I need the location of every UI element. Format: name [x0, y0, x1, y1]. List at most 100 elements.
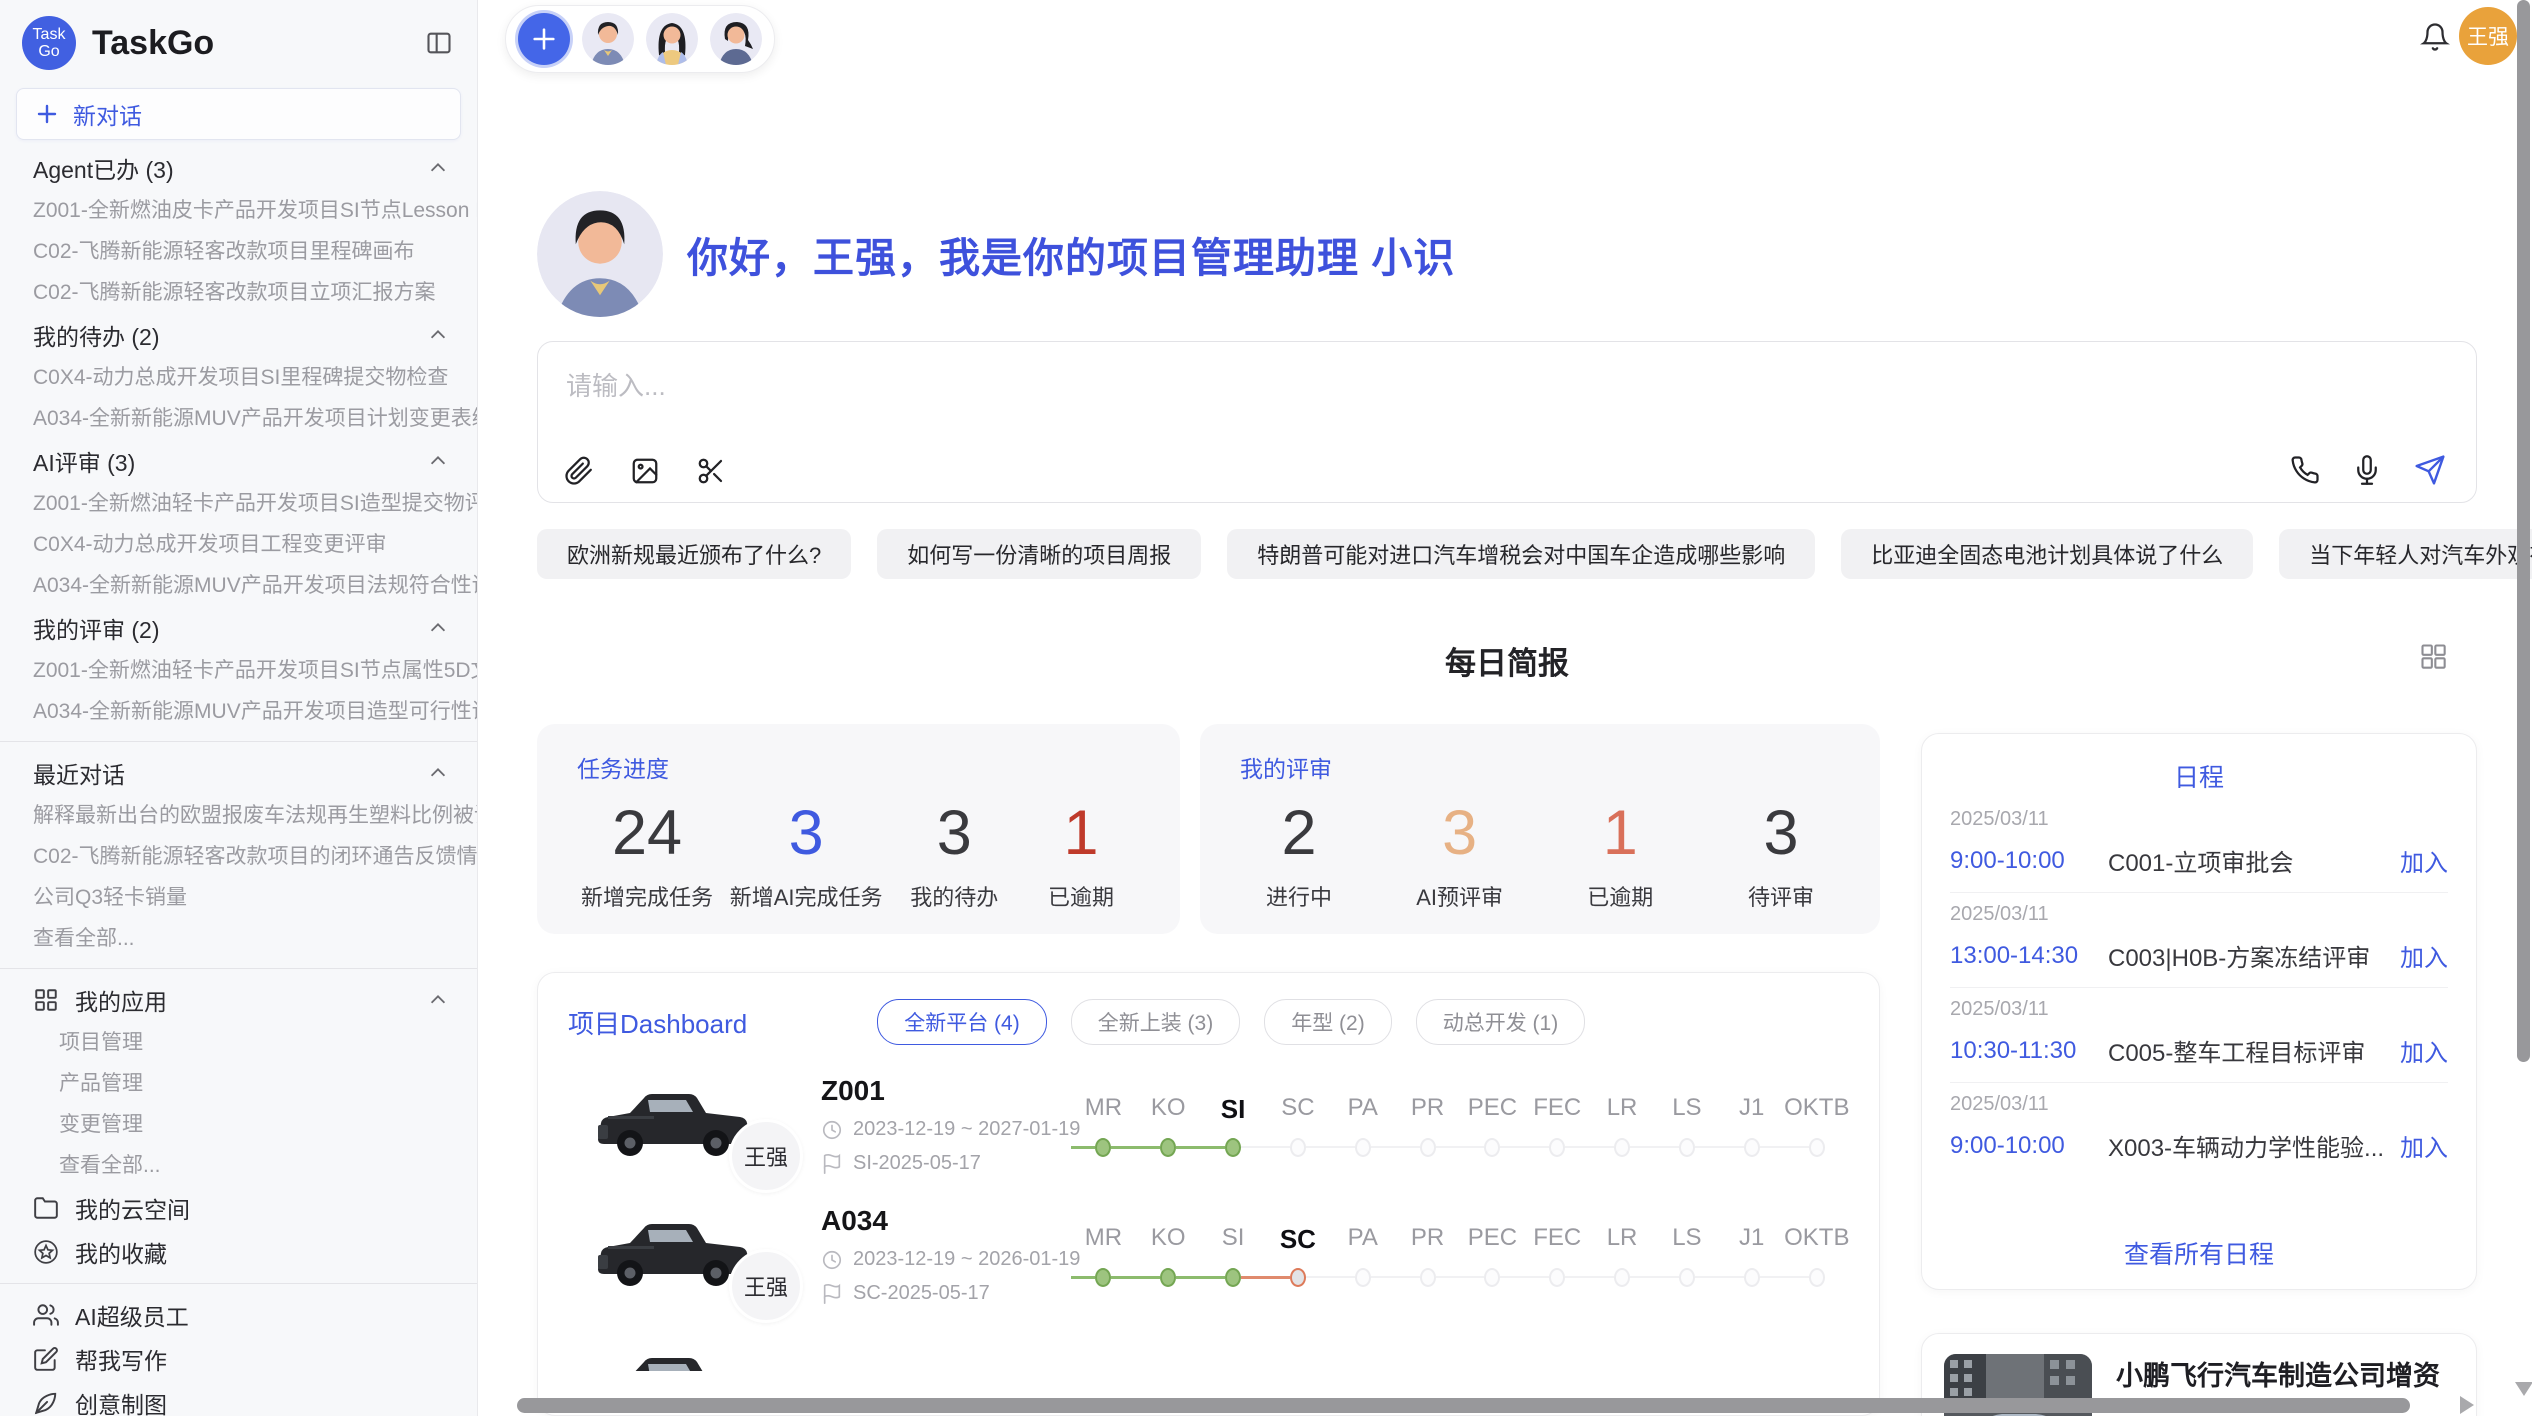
stat-label: 已逾期 — [1565, 880, 1675, 912]
chevron-up-icon[interactable] — [427, 324, 449, 346]
suggestion-chip[interactable]: 比亚迪全固态电池计划具体说了什么 — [1841, 529, 2253, 579]
new-chat-button[interactable]: 新对话 — [16, 88, 461, 140]
image-icon[interactable] — [630, 456, 660, 486]
join-link[interactable]: 加入 — [2400, 843, 2448, 878]
chevron-up-icon[interactable] — [427, 617, 449, 639]
member-avatar[interactable] — [646, 13, 698, 65]
sidebar-item[interactable]: Z001-全新燃油皮卡产品开发项目SI节点Lesson Learn报告 — [0, 190, 477, 231]
member-avatar[interactable] — [582, 13, 634, 65]
scissors-icon[interactable] — [696, 456, 726, 486]
sidebar-tool-item[interactable]: AI超级员工 — [0, 1293, 477, 1337]
suggestion-chip[interactable]: 欧洲新规最近颁布了什么? — [537, 529, 851, 579]
stat-label: 新增AI完成任务 — [730, 880, 883, 912]
sidebar-section-header[interactable]: 我的待办 (2) — [0, 313, 477, 357]
sidebar-item[interactable]: A034-全新新能源MUV产品开发项目法规符合性评审 — [0, 565, 477, 606]
schedule-item: 2025/03/1113:00-14:30C003|H0B-方案冻结评审加入 — [1950, 893, 2448, 988]
chevron-up-icon[interactable] — [427, 762, 449, 784]
filter-pill[interactable]: 年型 (2) — [1264, 999, 1392, 1045]
stat-label: 待评审 — [1726, 880, 1836, 912]
sidebar-item-favorites[interactable]: 我的收藏 — [0, 1230, 477, 1274]
schedule-time: 13:00-14:30 — [1950, 942, 2108, 970]
scroll-down-arrow[interactable] — [2515, 1382, 2532, 1396]
apps-grid-icon — [33, 987, 59, 1013]
chevron-up-icon[interactable] — [427, 157, 449, 179]
sidebar-item[interactable]: C0X4-动力总成开发项目SI里程碑提交物检查 — [0, 357, 477, 398]
schedule-name: C003|H0B-方案冻结评审 — [2108, 938, 2400, 973]
filter-pill[interactable]: 全新上装 (3) — [1071, 999, 1241, 1045]
join-link[interactable]: 加入 — [2400, 1033, 2448, 1068]
chevron-up-icon[interactable] — [427, 450, 449, 472]
schedule-items: 2025/03/119:00-10:00C001-立项审批会加入2025/03/… — [1950, 798, 2448, 1223]
filter-pill[interactable]: 全新平台 (4) — [877, 999, 1047, 1045]
project-row[interactable]: 王强A0342023-12-19 ~ 2026-01-19SC-2025-05-… — [568, 1205, 1849, 1305]
member-avatar[interactable] — [710, 13, 762, 65]
sidebar-app-item[interactable]: 项目管理 — [0, 1022, 477, 1063]
sidebar-section-header[interactable]: 我的评审 (2) — [0, 606, 477, 650]
filter-pill[interactable]: 动总开发 (1) — [1416, 999, 1586, 1045]
milestone-label: SC — [1265, 1224, 1330, 1266]
join-link[interactable]: 加入 — [2400, 938, 2448, 973]
horizontal-scrollbar[interactable] — [517, 1398, 2410, 1413]
sidebar-item[interactable]: 解释最新出台的欧盟报废车法规再生塑料比例被调至15%... — [0, 795, 477, 836]
sidebar-section-header[interactable]: 最近对话 — [0, 751, 477, 795]
sidebar-tool-item[interactable]: 创意制图 — [0, 1381, 477, 1416]
divider — [0, 1283, 477, 1284]
milestone: J1 — [1719, 1094, 1784, 1158]
sidebar-app-item[interactable]: 变更管理 — [0, 1104, 477, 1145]
notification-bell-icon[interactable] — [2420, 22, 2450, 57]
project-dashboard-card: 项目Dashboard 全新平台 (4)全新上装 (3)年型 (2)动总开发 (… — [537, 972, 1880, 1416]
milestone-dot — [1549, 1268, 1565, 1287]
add-member-button[interactable] — [518, 13, 570, 65]
sidebar-item[interactable]: Z001-全新燃油轻卡产品开发项目SI节点属性5D文件评审 — [0, 650, 477, 691]
user-avatar[interactable]: 王强 — [2459, 7, 2517, 65]
sidebar-section-header[interactable]: Agent已办 (3) — [0, 146, 477, 190]
logo-text-bottom: Go — [38, 43, 59, 60]
sidebar-app-item[interactable]: 产品管理 — [0, 1063, 477, 1104]
assistant-avatar — [537, 191, 663, 317]
suggestion-chip[interactable]: 特朗普可能对进口汽车增税会对中国车企造成哪些影响 — [1227, 529, 1815, 579]
sidebar-item[interactable]: Z001-全新燃油轻卡产品开发项目SI造型提交物评审 — [0, 483, 477, 524]
sidebar-section-header[interactable]: AI评审 (3) — [0, 439, 477, 483]
chevron-up-icon[interactable] — [427, 989, 449, 1011]
sidebar-view-all[interactable]: 查看全部... — [0, 918, 477, 959]
sidebar-item-my-apps[interactable]: 我的应用 — [0, 978, 477, 1022]
sidebar-item[interactable]: A034-全新新能源MUV产品开发项目造型可行性评审 — [0, 691, 477, 732]
milestone-dot — [1614, 1268, 1630, 1287]
schedule-name: X003-车辆动力学性能验... — [2108, 1128, 2400, 1163]
microphone-icon[interactable] — [2352, 455, 2382, 485]
sidebar-item-cloud-space[interactable]: 我的云空间 — [0, 1186, 477, 1230]
suggestion-chip[interactable]: 当下年轻人对汽车外观有怎样的喜好趋势 — [2279, 529, 2532, 579]
phone-icon[interactable] — [2290, 455, 2320, 485]
clock-icon — [821, 1249, 843, 1271]
sidebar-item[interactable]: 公司Q3轻卡销量 — [0, 877, 477, 918]
scroll-right-arrow[interactable] — [2460, 1396, 2474, 1414]
vertical-scrollbar[interactable] — [2517, 0, 2530, 1062]
sidebar-item[interactable]: A034-全新新能源MUV产品开发项目计划变更表编写 — [0, 398, 477, 439]
milestone-label: J1 — [1719, 1224, 1784, 1266]
sidebar-item[interactable]: C02-飞腾新能源轻客改款项目立项汇报方案 — [0, 272, 477, 313]
project-row[interactable]: 王强Z0012023-12-19 ~ 2027-01-19SI-2025-05-… — [568, 1075, 1849, 1175]
sidebar-apps-view-all[interactable]: 查看全部... — [0, 1145, 477, 1186]
send-icon[interactable] — [2414, 454, 2446, 486]
sidebar-item[interactable]: C0X4-动力总成开发项目工程变更评审 — [0, 524, 477, 565]
sidebar-item[interactable]: C02-飞腾新能源轻客改款项目里程碑画布 — [0, 231, 477, 272]
layout-grid-icon[interactable] — [2419, 642, 2447, 675]
join-link[interactable]: 加入 — [2400, 1128, 2448, 1163]
flag-icon — [821, 1153, 843, 1175]
project-flag: SC-2025-05-17 — [853, 1282, 990, 1305]
schedule-card: 日程 2025/03/119:00-10:00C001-立项审批会加入2025/… — [1921, 733, 2477, 1290]
divider — [0, 741, 477, 742]
suggestion-chip[interactable]: 如何写一份清晰的项目周报 — [877, 529, 1201, 579]
sidebar-collapse-icon[interactable] — [425, 29, 453, 57]
sidebar-item[interactable]: C02-飞腾新能源轻客改款项目的闭环通告反馈情况 — [0, 836, 477, 877]
sidebar-section-title: Agent已办 (3) — [33, 151, 174, 185]
schedule-item: 2025/03/119:00-10:00X003-车辆动力学性能验...加入 — [1950, 1083, 2448, 1177]
stat: 2进行中 — [1244, 790, 1354, 912]
chat-input-box[interactable]: 请输入... — [537, 341, 2477, 503]
view-all-schedule-link[interactable]: 查看所有日程 — [1950, 1223, 2448, 1279]
sidebar-tool-item[interactable]: 帮我写作 — [0, 1337, 477, 1381]
sidebar-section-title: 最近对话 — [33, 756, 125, 790]
attachment-icon[interactable] — [564, 456, 594, 486]
milestone-label: KO — [1136, 1094, 1201, 1136]
milestone-label: LR — [1590, 1224, 1655, 1266]
